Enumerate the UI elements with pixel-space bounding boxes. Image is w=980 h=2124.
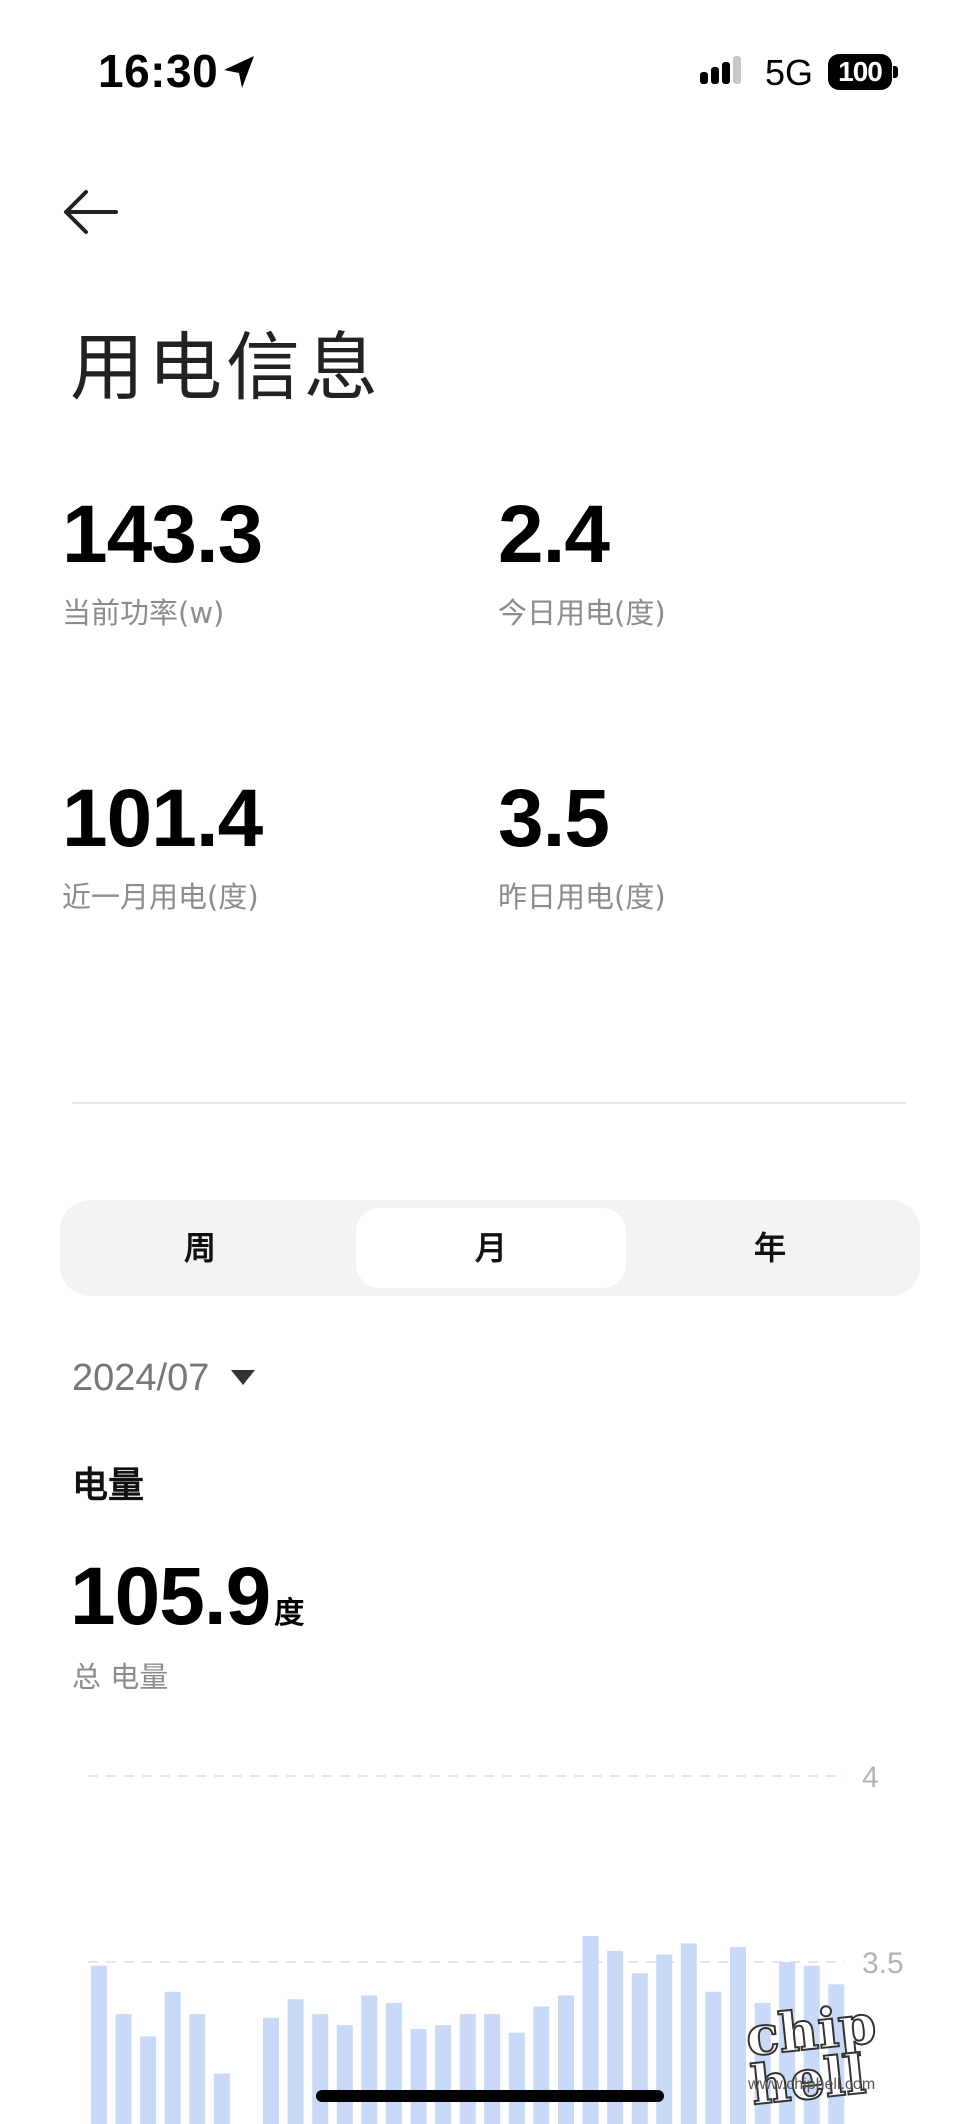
chart-bar[interactable] [312,2014,329,2124]
watermark: chip hell www.chiphell.com [742,1990,968,2118]
month-selector[interactable]: 2024/07 [72,1350,256,1406]
signal-icon [700,56,741,84]
chart-bar[interactable] [361,1995,378,2124]
chart-bar[interactable] [508,2032,525,2124]
chart-bar[interactable] [680,1943,697,2124]
stat-label: 今日用电(度) [498,596,666,630]
chart-bar[interactable] [336,2025,353,2124]
chart-bar[interactable] [115,2014,132,2124]
stat-value: 143.3 [62,489,263,580]
total-energy-label: 总 电量 [72,1660,169,1694]
chart-bar[interactable] [164,1991,181,2124]
energy-heading: 电量 [72,1465,145,1506]
y-tick-label: 3.5 [862,1947,904,1980]
stat-value: 101.4 [62,773,263,864]
stat-current-power: 143.3 当前功率(w) [62,489,263,632]
chart-bar[interactable] [140,2036,157,2124]
divider [72,1102,906,1104]
chart-bar[interactable] [91,1965,107,2124]
chart-bar[interactable] [459,2014,476,2124]
total-energy: 105.9 度 [70,1556,304,1638]
chart-bar[interactable] [558,1995,574,2124]
chart-bar[interactable] [705,1991,722,2124]
stat-label: 昨日用电(度) [498,880,666,914]
tab-year[interactable]: 年 [690,1200,850,1296]
stat-yesterday: 3.5 昨日用电(度) [498,778,666,916]
home-indicator[interactable] [316,2090,664,2102]
stat-value: 3.5 [498,773,610,864]
status-bar: 16:30 5G 100 [0,0,980,140]
tab-week[interactable]: 周 [120,1200,280,1296]
period-segment-control: 周 月 年 [60,1200,920,1296]
stat-label: 近一月用电(度) [62,880,259,914]
chart-bar[interactable] [213,2073,230,2124]
chart-bar[interactable] [533,2006,550,2124]
page-title: 用电信息 [70,325,382,411]
y-tick-label: 4 [862,1761,879,1794]
back-arrow-icon[interactable] [60,186,120,238]
tab-month[interactable]: 月 [356,1208,626,1288]
chart-bar[interactable] [287,1999,304,2124]
battery-icon: 100 [828,54,898,90]
chart-bar[interactable] [385,2002,402,2124]
chart-bar[interactable] [435,2025,452,2124]
chart-bar[interactable] [484,2014,501,2124]
stat-recent-month: 101.4 近一月用电(度) [62,773,263,916]
total-energy-value: 105.9 [70,1551,271,1642]
stat-label: 当前功率(w) [62,596,225,630]
chart-bar[interactable] [189,2014,206,2124]
location-arrow-icon [224,56,254,88]
month-value: 2024/07 [72,1356,210,1399]
battery-level: 100 [838,56,883,87]
total-energy-unit: 度 [274,1596,305,1631]
status-time: 16:30 [98,45,219,97]
network-type: 5G [765,52,814,93]
stat-value: 2.4 [498,489,610,580]
chart-bar[interactable] [263,2017,279,2124]
dropdown-triangle-icon [231,1370,256,1385]
chart-bar[interactable] [730,1947,746,2124]
watermark-url: www.chiphell.com [748,2076,876,2093]
chart-bar[interactable] [410,2029,427,2124]
stat-today: 2.4 今日用电(度) [498,494,666,632]
